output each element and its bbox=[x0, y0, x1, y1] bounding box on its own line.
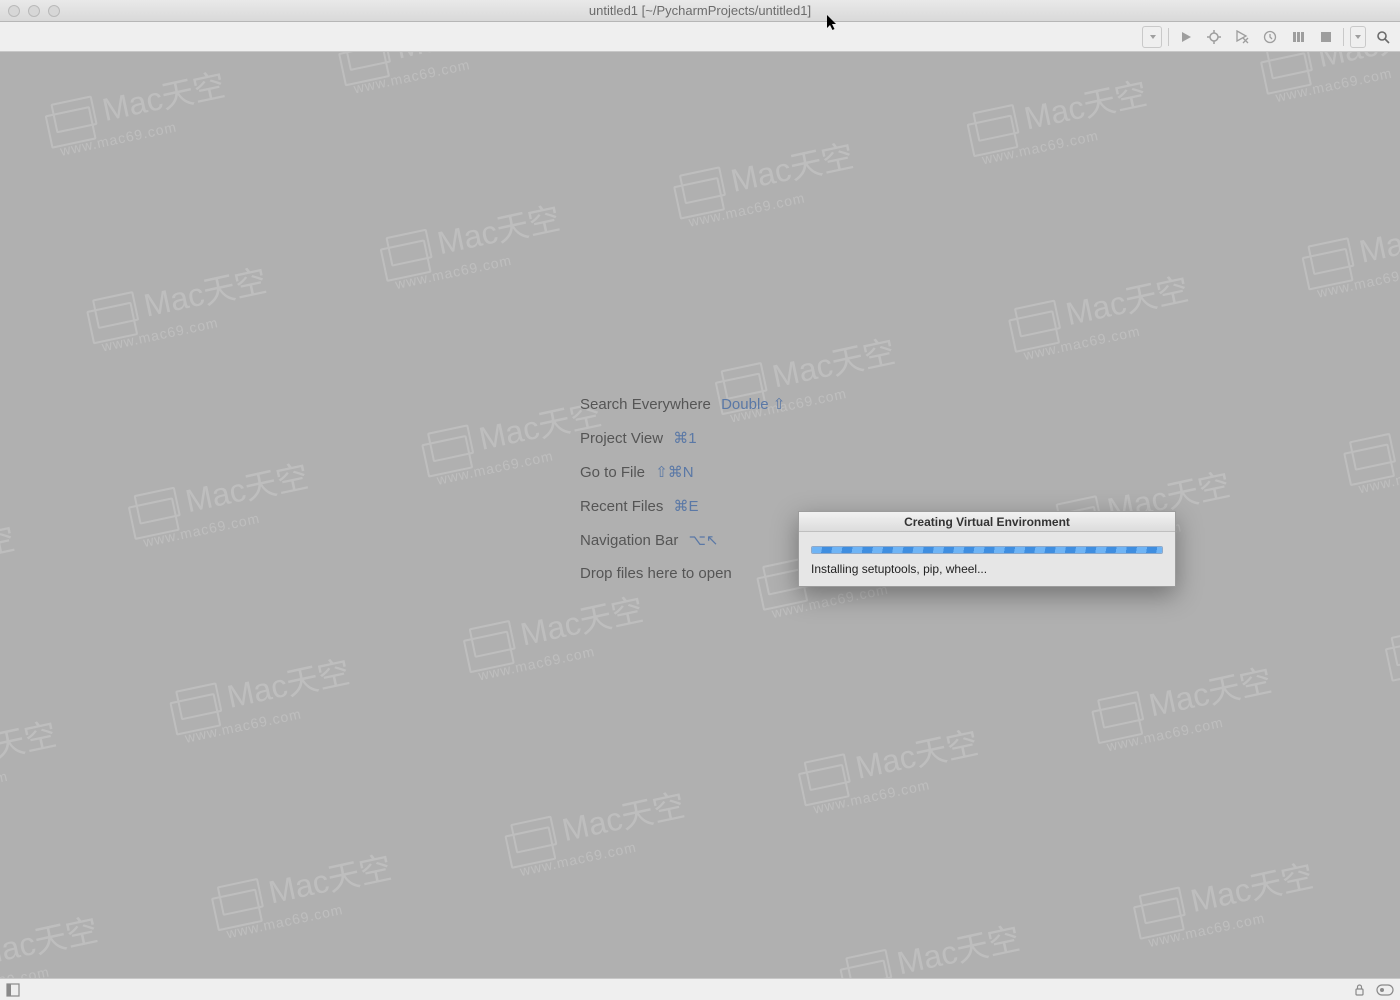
progress-fill bbox=[812, 547, 1162, 553]
chevron-down-icon bbox=[1354, 33, 1362, 41]
coverage-icon bbox=[1235, 30, 1249, 44]
status-bar bbox=[0, 978, 1400, 1000]
stop-button[interactable] bbox=[1315, 26, 1337, 48]
progress-bar bbox=[811, 546, 1163, 554]
close-window-button[interactable] bbox=[8, 5, 20, 17]
window-title: untitled1 [~/PycharmProjects/untitled1] bbox=[0, 3, 1400, 18]
run-button[interactable] bbox=[1175, 26, 1197, 48]
hint-shortcut: Double ⇧ bbox=[721, 396, 785, 413]
zoom-window-button[interactable] bbox=[48, 5, 60, 17]
threads-icon bbox=[1291, 30, 1305, 44]
search-everywhere-button[interactable] bbox=[1372, 26, 1394, 48]
lock-icon bbox=[1353, 983, 1366, 996]
titlebar: untitled1 [~/PycharmProjects/untitled1] bbox=[0, 0, 1400, 22]
minimize-window-button[interactable] bbox=[28, 5, 40, 17]
hint-shortcut: ⌘1 bbox=[673, 430, 696, 447]
hint-label: Search Everywhere bbox=[580, 396, 711, 413]
stop-icon bbox=[1320, 31, 1332, 43]
layout-dropdown[interactable] bbox=[1350, 26, 1366, 48]
hint-shortcut: ⌥↖ bbox=[689, 532, 719, 549]
hint-label: Go to File bbox=[580, 464, 645, 481]
status-inspector-button[interactable] bbox=[1376, 983, 1394, 997]
hint-label: Drop files here to open bbox=[580, 565, 732, 582]
hint-label: Project View bbox=[580, 430, 663, 447]
window-controls bbox=[8, 5, 60, 17]
tool-window-toggle[interactable] bbox=[6, 983, 20, 997]
hint-recent-files: Recent Files ⌘E bbox=[580, 497, 785, 515]
dialog-title: Creating Virtual Environment bbox=[799, 512, 1175, 532]
empty-state-hints: Search Everywhere Double ⇧ Project View … bbox=[580, 395, 785, 582]
hint-label: Recent Files bbox=[580, 498, 663, 515]
bug-icon bbox=[1207, 30, 1221, 44]
chevron-down-icon bbox=[1149, 33, 1157, 41]
editor-area[interactable]: Mac天空www.mac69.com Mac天空www.mac69.com Ma… bbox=[0, 52, 1400, 978]
profile-button[interactable] bbox=[1259, 26, 1281, 48]
status-lock-button[interactable] bbox=[1353, 983, 1366, 996]
hint-project-view: Project View ⌘1 bbox=[580, 429, 785, 447]
hint-navigation-bar: Navigation Bar ⌥↖ bbox=[580, 531, 785, 549]
concurrency-button[interactable] bbox=[1287, 26, 1309, 48]
progress-dialog: Creating Virtual Environment Installing … bbox=[798, 511, 1176, 587]
hint-shortcut: ⌘E bbox=[674, 498, 699, 515]
debug-button[interactable] bbox=[1203, 26, 1225, 48]
toolbar bbox=[0, 22, 1400, 52]
hint-shortcut: ⇧⌘N bbox=[655, 464, 693, 481]
search-icon bbox=[1376, 30, 1390, 44]
toolbar-separator bbox=[1343, 28, 1344, 46]
run-config-dropdown[interactable] bbox=[1142, 26, 1162, 48]
toolbar-separator bbox=[1168, 28, 1169, 46]
dialog-status-text: Installing setuptools, pip, wheel... bbox=[811, 562, 1163, 576]
hint-search-everywhere: Search Everywhere Double ⇧ bbox=[580, 395, 785, 413]
coverage-button[interactable] bbox=[1231, 26, 1253, 48]
hint-label: Navigation Bar bbox=[580, 532, 678, 549]
play-icon bbox=[1180, 31, 1192, 43]
layout-icon bbox=[6, 983, 20, 997]
clock-icon bbox=[1263, 30, 1277, 44]
hint-go-to-file: Go to File ⇧⌘N bbox=[580, 463, 785, 481]
dialog-body: Installing setuptools, pip, wheel... bbox=[799, 532, 1175, 586]
inspector-icon bbox=[1376, 983, 1394, 997]
hint-drop-files: Drop files here to open bbox=[580, 565, 785, 582]
